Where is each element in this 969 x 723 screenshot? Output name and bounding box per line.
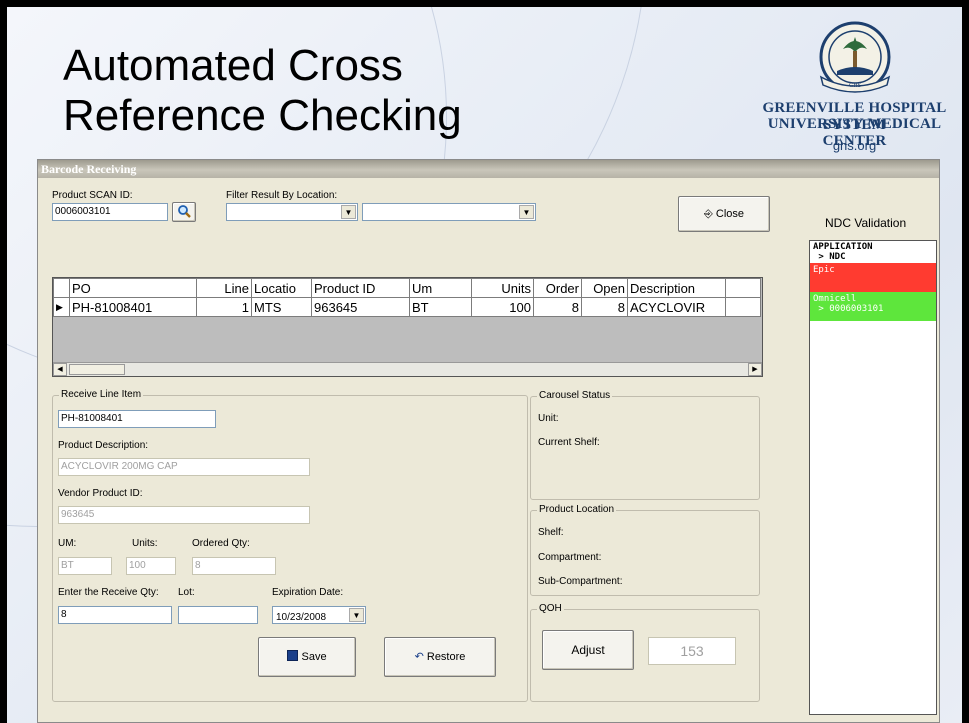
current-shelf-label: Current Shelf: bbox=[538, 437, 600, 448]
ndc-header-line-1: APPLICATION bbox=[813, 242, 873, 252]
undo-arrow-icon: ↶ bbox=[414, 651, 424, 663]
product-scan-id-input[interactable]: 0006003101 bbox=[52, 203, 168, 221]
table-cell[interactable]: MTS bbox=[251, 297, 312, 317]
ordered-qty-label: Ordered Qty: bbox=[192, 538, 250, 549]
product-scan-id-label: Product SCAN ID: bbox=[52, 190, 133, 201]
grid-header-row: PO Line Locatio Product ID Um Units Orde… bbox=[53, 278, 761, 298]
filter-location-select-1[interactable]: ▼ bbox=[226, 203, 358, 221]
table-cell[interactable]: 1 bbox=[196, 297, 252, 317]
floppy-disk-icon bbox=[287, 650, 299, 661]
ndc-list-header: APPLICATION > NDC bbox=[810, 241, 936, 263]
chevron-down-icon[interactable]: ▼ bbox=[349, 608, 364, 622]
ndc-validation-list[interactable]: APPLICATION > NDC Epic Omnicell > 000600… bbox=[809, 240, 937, 715]
barcode-receiving-window: Barcode Receiving Product SCAN ID: 00060… bbox=[37, 159, 940, 723]
save-button[interactable]: Save bbox=[258, 637, 356, 677]
column-header[interactable]: Open bbox=[581, 278, 628, 298]
ndc-list-item-epic[interactable]: Epic bbox=[810, 263, 936, 292]
search-icon bbox=[178, 205, 191, 218]
group-title: Receive Line Item bbox=[59, 389, 144, 400]
units-field: 100 bbox=[126, 557, 176, 575]
grid-body: PO Line Locatio Product ID Um Units Orde… bbox=[53, 278, 762, 363]
ndc-list-item-omnicell[interactable]: Omnicell > 0006003101 bbox=[810, 292, 936, 321]
carousel-status-group: Carousel Status bbox=[530, 390, 760, 500]
expiration-date-picker[interactable]: 10/23/2008 ▼ bbox=[272, 606, 366, 624]
close-button-label: Close bbox=[715, 208, 744, 220]
row-selector-header bbox=[53, 278, 70, 298]
sub-compartment-label: Sub-Compartment: bbox=[538, 576, 623, 587]
group-title: Carousel Status bbox=[537, 390, 613, 401]
table-cell[interactable] bbox=[725, 297, 761, 317]
table-cell[interactable]: 8 bbox=[581, 297, 628, 317]
omnicell-label: Omnicell bbox=[813, 294, 857, 304]
search-button[interactable] bbox=[172, 202, 196, 222]
table-cell[interactable]: ACYCLOVIR bbox=[627, 297, 726, 317]
column-header[interactable]: Um bbox=[409, 278, 472, 298]
logo-url: ghs.org bbox=[832, 138, 877, 153]
restore-button[interactable]: ↶ Restore bbox=[384, 637, 496, 677]
product-description-label: Product Description: bbox=[58, 440, 149, 451]
um-field: BT bbox=[58, 557, 112, 575]
expiration-date-label: Expiration Date: bbox=[272, 587, 344, 598]
group-title: QOH bbox=[537, 603, 564, 614]
table-row[interactable]: ▶ PH-81008401 1 MTS 963645 BT 100 8 8 AC… bbox=[53, 297, 761, 317]
column-header[interactable]: Locatio bbox=[251, 278, 312, 298]
units-label: Units: bbox=[132, 538, 158, 549]
vendor-product-id-field: 963645 bbox=[58, 506, 310, 524]
column-header[interactable]: Line bbox=[196, 278, 252, 298]
column-header[interactable]: Description bbox=[627, 278, 726, 298]
scroll-right-icon[interactable]: ▶ bbox=[748, 363, 762, 376]
table-cell[interactable]: PH-81008401 bbox=[69, 297, 197, 317]
hospital-logo: GHS GREENVILLE HOSPITAL SYSTEM UNIVERSIT… bbox=[747, 17, 962, 157]
exit-door-icon: ⎆ bbox=[704, 208, 713, 220]
column-header[interactable]: PO bbox=[69, 278, 197, 298]
close-button[interactable]: ⎆ Close bbox=[678, 196, 770, 232]
column-header[interactable]: Order bbox=[533, 278, 582, 298]
ndc-header-line-2: > NDC bbox=[813, 252, 846, 262]
omnicell-ndc-value: > 0006003101 bbox=[813, 304, 884, 314]
compartment-label: Compartment: bbox=[538, 552, 602, 563]
ordered-qty-field: 8 bbox=[192, 557, 276, 575]
lot-label: Lot: bbox=[178, 587, 195, 598]
carousel-unit-label: Unit: bbox=[538, 413, 559, 424]
group-title: Product Location bbox=[537, 504, 617, 515]
vendor-product-id-label: Vendor Product ID: bbox=[58, 488, 143, 499]
um-label: UM: bbox=[58, 538, 77, 549]
horizontal-scrollbar[interactable]: ◀ ▶ bbox=[53, 362, 762, 376]
product-description-field: ACYCLOVIR 200MG CAP bbox=[58, 458, 310, 476]
chevron-down-icon[interactable]: ▼ bbox=[341, 205, 356, 219]
expiration-date-value: 10/23/2008 bbox=[276, 612, 327, 623]
slide-title: Automated Cross Reference Checking bbox=[63, 41, 462, 140]
table-cell[interactable]: 963645 bbox=[311, 297, 410, 317]
qoh-value-field: 153 bbox=[648, 637, 736, 665]
grid-table: PO Line Locatio Product ID Um Units Orde… bbox=[53, 278, 761, 317]
po-number-field[interactable]: PH-81008401 bbox=[58, 410, 216, 428]
column-header-empty bbox=[725, 278, 761, 298]
table-cell[interactable]: 100 bbox=[471, 297, 534, 317]
presentation-slide: Automated Cross Reference Checking GHS G… bbox=[7, 7, 962, 723]
save-button-label: Save bbox=[301, 651, 327, 663]
table-cell[interactable]: BT bbox=[409, 297, 472, 317]
scrollbar-thumb[interactable] bbox=[69, 364, 125, 375]
adjust-button[interactable]: Adjust bbox=[542, 630, 634, 670]
scroll-left-icon[interactable]: ◀ bbox=[53, 363, 67, 376]
window-titlebar: Barcode Receiving bbox=[38, 160, 939, 178]
filter-location-label: Filter Result By Location: bbox=[226, 190, 338, 201]
table-cell[interactable]: 8 bbox=[533, 297, 582, 317]
hospital-seal-icon: GHS bbox=[819, 21, 891, 93]
chevron-down-icon[interactable]: ▼ bbox=[519, 205, 534, 219]
column-header[interactable]: Product ID bbox=[311, 278, 410, 298]
filter-location-select-2[interactable]: ▼ bbox=[362, 203, 536, 221]
receive-qty-label: Enter the Receive Qty: bbox=[58, 587, 159, 598]
line-items-grid: PO Line Locatio Product ID Um Units Orde… bbox=[52, 277, 763, 377]
column-header[interactable]: Units bbox=[471, 278, 534, 298]
current-row-arrow-icon: ▶ bbox=[53, 297, 70, 317]
ndc-validation-title: NDC Validation bbox=[825, 216, 907, 230]
shelf-label: Shelf: bbox=[538, 527, 564, 538]
lot-input[interactable] bbox=[178, 606, 258, 624]
svg-text:GHS: GHS bbox=[849, 83, 861, 89]
receive-qty-input[interactable]: 8 bbox=[58, 606, 172, 624]
restore-button-label: Restore bbox=[426, 651, 466, 663]
